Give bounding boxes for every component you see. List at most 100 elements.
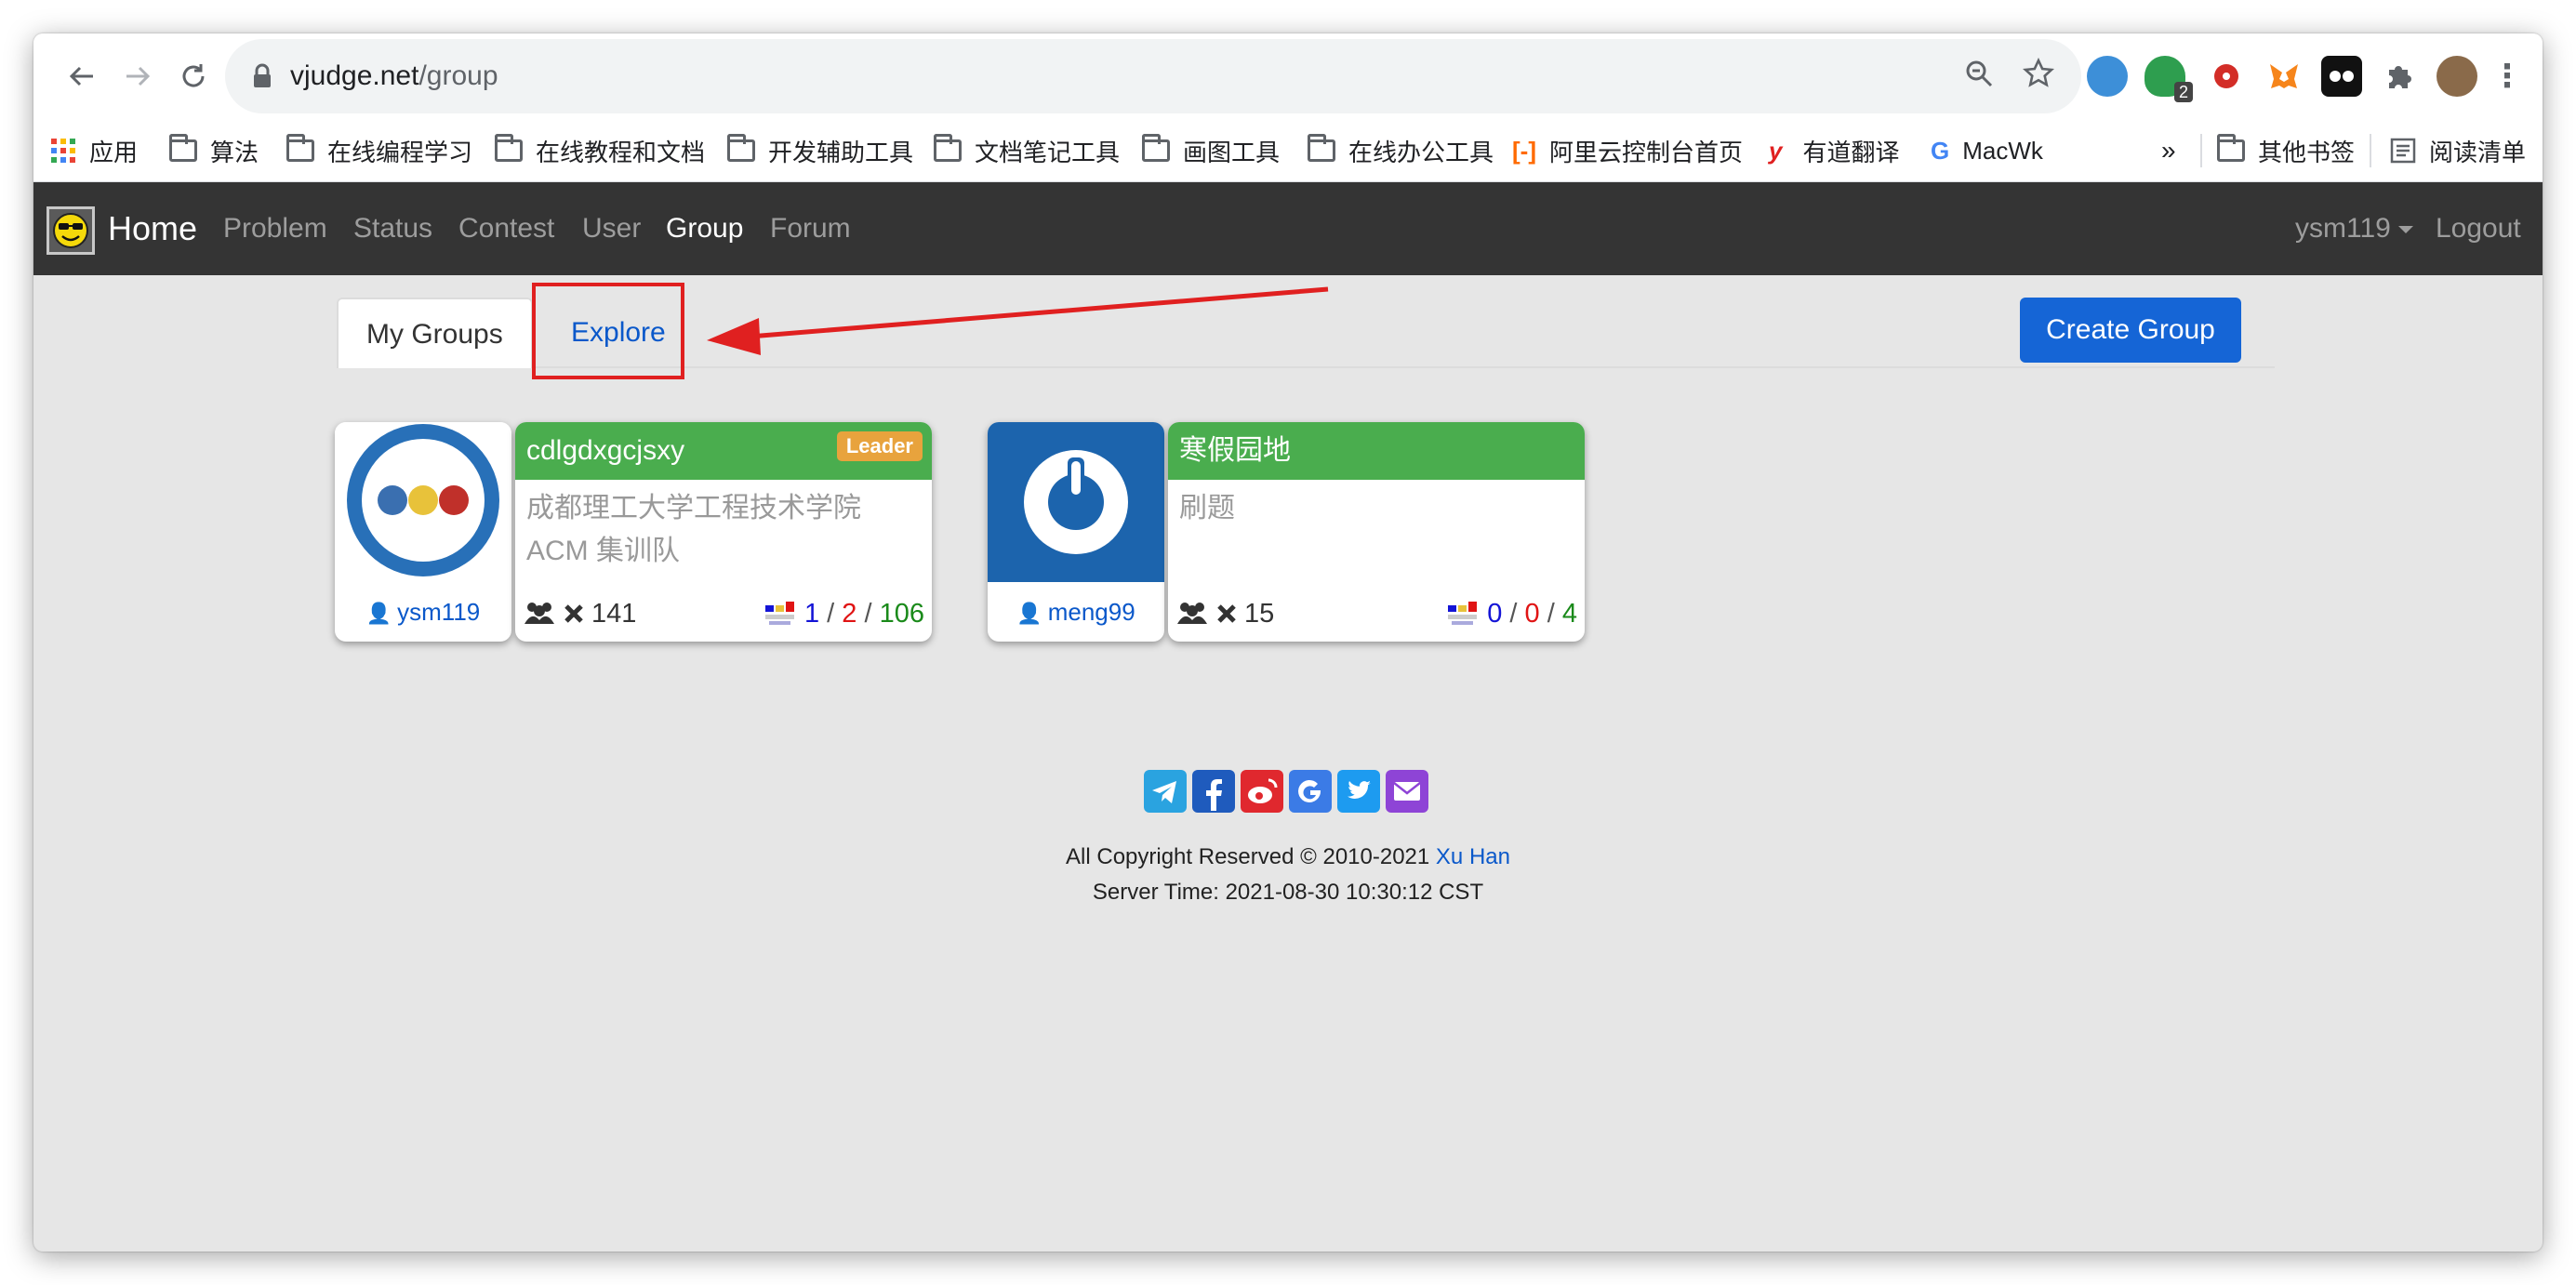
folder-icon xyxy=(2217,134,2245,162)
telegram-link[interactable] xyxy=(1144,770,1187,813)
user-menu[interactable]: ysm119 xyxy=(2295,182,2413,275)
browser-menu-icon[interactable]: ⋮ xyxy=(2487,56,2528,97)
google-link[interactable] xyxy=(1289,770,1332,813)
bookmark-folder[interactable]: 画图工具 xyxy=(1142,119,1280,182)
bookmark-aliyun[interactable]: [-] 阿里云控制台首页 xyxy=(1512,119,1743,182)
contest-icon xyxy=(764,602,794,625)
folder-icon xyxy=(169,134,197,162)
group-avatar-card[interactable]: 👤 meng99 xyxy=(988,422,1164,642)
email-icon xyxy=(1393,782,1421,801)
extension-shield-icon[interactable]: 2 xyxy=(2144,56,2193,102)
user-icon: 👤 xyxy=(365,602,392,625)
address-bar[interactable]: vjudge.net/group xyxy=(225,39,2081,113)
email-link[interactable] xyxy=(1386,770,1428,813)
back-button[interactable] xyxy=(61,56,102,97)
tab-my-groups[interactable]: My Groups xyxy=(337,298,533,368)
extension-badge: 2 xyxy=(2173,82,2193,102)
nav-home[interactable]: Home xyxy=(108,182,197,275)
bookmarks-overflow-button[interactable]: » xyxy=(2161,119,2176,182)
contests-ended: 4 xyxy=(1561,599,1577,629)
bookmark-star-icon[interactable] xyxy=(2020,57,2057,95)
nav-forum[interactable]: Forum xyxy=(770,182,851,275)
extensions-puzzle-icon[interactable] xyxy=(2379,56,2420,97)
bookmark-macwk[interactable]: G MacWk xyxy=(1931,119,2043,182)
extension-lastpass-icon[interactable] xyxy=(2206,56,2247,97)
reading-list-button[interactable]: 阅读清单 xyxy=(2390,119,2526,182)
nav-logout[interactable]: Logout xyxy=(2436,182,2521,275)
site-logo[interactable] xyxy=(46,206,95,255)
url-text: vjudge.net/group xyxy=(290,60,498,91)
browser-window: vjudge.net/group 2 ⋮ 应用 算法 在线编程学习 在线教程和文… xyxy=(33,33,2543,1252)
group-contest-counts: 0 / 0 / 4 xyxy=(1446,595,1577,632)
forward-arrow-icon xyxy=(126,66,151,86)
apps-grid-icon xyxy=(51,139,75,163)
extension-bird-icon[interactable] xyxy=(2087,56,2128,97)
profile-avatar[interactable] xyxy=(2437,56,2477,97)
bookmark-other-folder[interactable]: 其他书签 xyxy=(2217,119,2355,182)
bookmark-folder[interactable]: 在线办公工具 xyxy=(1308,119,1494,182)
bookmark-folder[interactable]: 开发辅助工具 xyxy=(727,119,913,182)
group-avatar-card[interactable]: 👤 ysm119 xyxy=(335,422,511,642)
youdao-icon: y xyxy=(1769,136,1783,165)
bookmark-label: 在线教程和文档 xyxy=(536,138,706,166)
nav-user[interactable]: User xyxy=(582,182,641,275)
group-member-count: 141 xyxy=(523,595,636,632)
telegram-icon xyxy=(1152,781,1176,803)
bookmark-folder[interactable]: 在线教程和文档 xyxy=(495,119,705,182)
forward-button[interactable] xyxy=(117,56,158,97)
zoom-icon[interactable] xyxy=(1960,58,1998,95)
users-icon xyxy=(524,603,554,624)
twitter-icon xyxy=(1348,781,1371,800)
bookmark-folder[interactable]: 在线编程学习 xyxy=(286,119,472,182)
group-description: 刷题 xyxy=(1179,493,1235,523)
nav-group[interactable]: Group xyxy=(666,182,743,275)
folder-icon xyxy=(286,134,314,162)
member-count: 141 xyxy=(591,599,637,629)
member-count: 15 xyxy=(1244,599,1275,629)
copyright-text: All Copyright Reserved © 2010-2021 xyxy=(1066,844,1430,869)
group-card[interactable]: cdlgdxgcjsxy Leader 成都理工大学工程技术学院 ACM 集训队… xyxy=(515,422,932,642)
separator: / xyxy=(1547,599,1555,629)
contest-icon xyxy=(1448,602,1478,625)
bookmark-label: 开发辅助工具 xyxy=(768,138,914,166)
bookmark-label: 在线办公工具 xyxy=(1348,138,1494,166)
group-owner[interactable]: 👤 ysm119 xyxy=(335,582,511,642)
extension-metamask-icon[interactable] xyxy=(2264,56,2304,97)
power-logo-image xyxy=(988,422,1164,582)
acm-logo-image xyxy=(335,422,511,582)
group-name[interactable]: 寒假园地 xyxy=(1168,422,1585,480)
bookmark-label: 其他书签 xyxy=(2258,138,2356,166)
facebook-icon xyxy=(1206,779,1222,811)
bookmark-youdao[interactable]: y 有道翻译 xyxy=(1769,119,1899,182)
owner-name: ysm119 xyxy=(397,598,481,626)
chevron-down-icon xyxy=(2397,226,2413,234)
weibo-link[interactable] xyxy=(1241,770,1283,813)
nav-problem[interactable]: Problem xyxy=(223,182,327,275)
user-icon: 👤 xyxy=(1016,602,1042,625)
nav-status[interactable]: Status xyxy=(353,182,432,275)
create-group-button[interactable]: Create Group xyxy=(2020,298,2241,363)
lock-icon xyxy=(254,63,271,87)
times-icon xyxy=(564,604,583,623)
site-navbar: Home Problem Status Contest User Group F… xyxy=(33,182,2543,275)
folder-icon xyxy=(727,134,755,162)
bookmark-folder[interactable]: 算法 xyxy=(169,119,259,182)
group-card[interactable]: 寒假园地 刷题 15 0 / 0 / 4 xyxy=(1168,422,1585,642)
twitter-link[interactable] xyxy=(1337,770,1380,813)
group-owner[interactable]: 👤 meng99 xyxy=(988,582,1164,642)
author-link[interactable]: Xu Han xyxy=(1436,844,1510,869)
facebook-link[interactable] xyxy=(1192,770,1235,813)
server-time: Server Time: 2021-08-30 10:30:12 CST xyxy=(1092,880,1484,905)
times-icon xyxy=(1217,604,1236,623)
browser-toolbar: vjudge.net/group 2 ⋮ xyxy=(33,33,2543,119)
bookmark-label: 文档笔记工具 xyxy=(975,138,1121,166)
nav-contest[interactable]: Contest xyxy=(458,182,554,275)
reload-button[interactable] xyxy=(173,56,214,97)
bookmark-apps[interactable]: 应用 xyxy=(50,119,138,182)
group-member-count: 15 xyxy=(1175,595,1274,632)
folder-icon xyxy=(1142,134,1170,162)
bookmark-label: 算法 xyxy=(210,138,259,166)
bookmark-folder[interactable]: 文档笔记工具 xyxy=(934,119,1120,182)
group-contest-counts: 1 / 2 / 106 xyxy=(764,595,924,632)
extension-glasses-icon[interactable] xyxy=(2321,56,2362,97)
